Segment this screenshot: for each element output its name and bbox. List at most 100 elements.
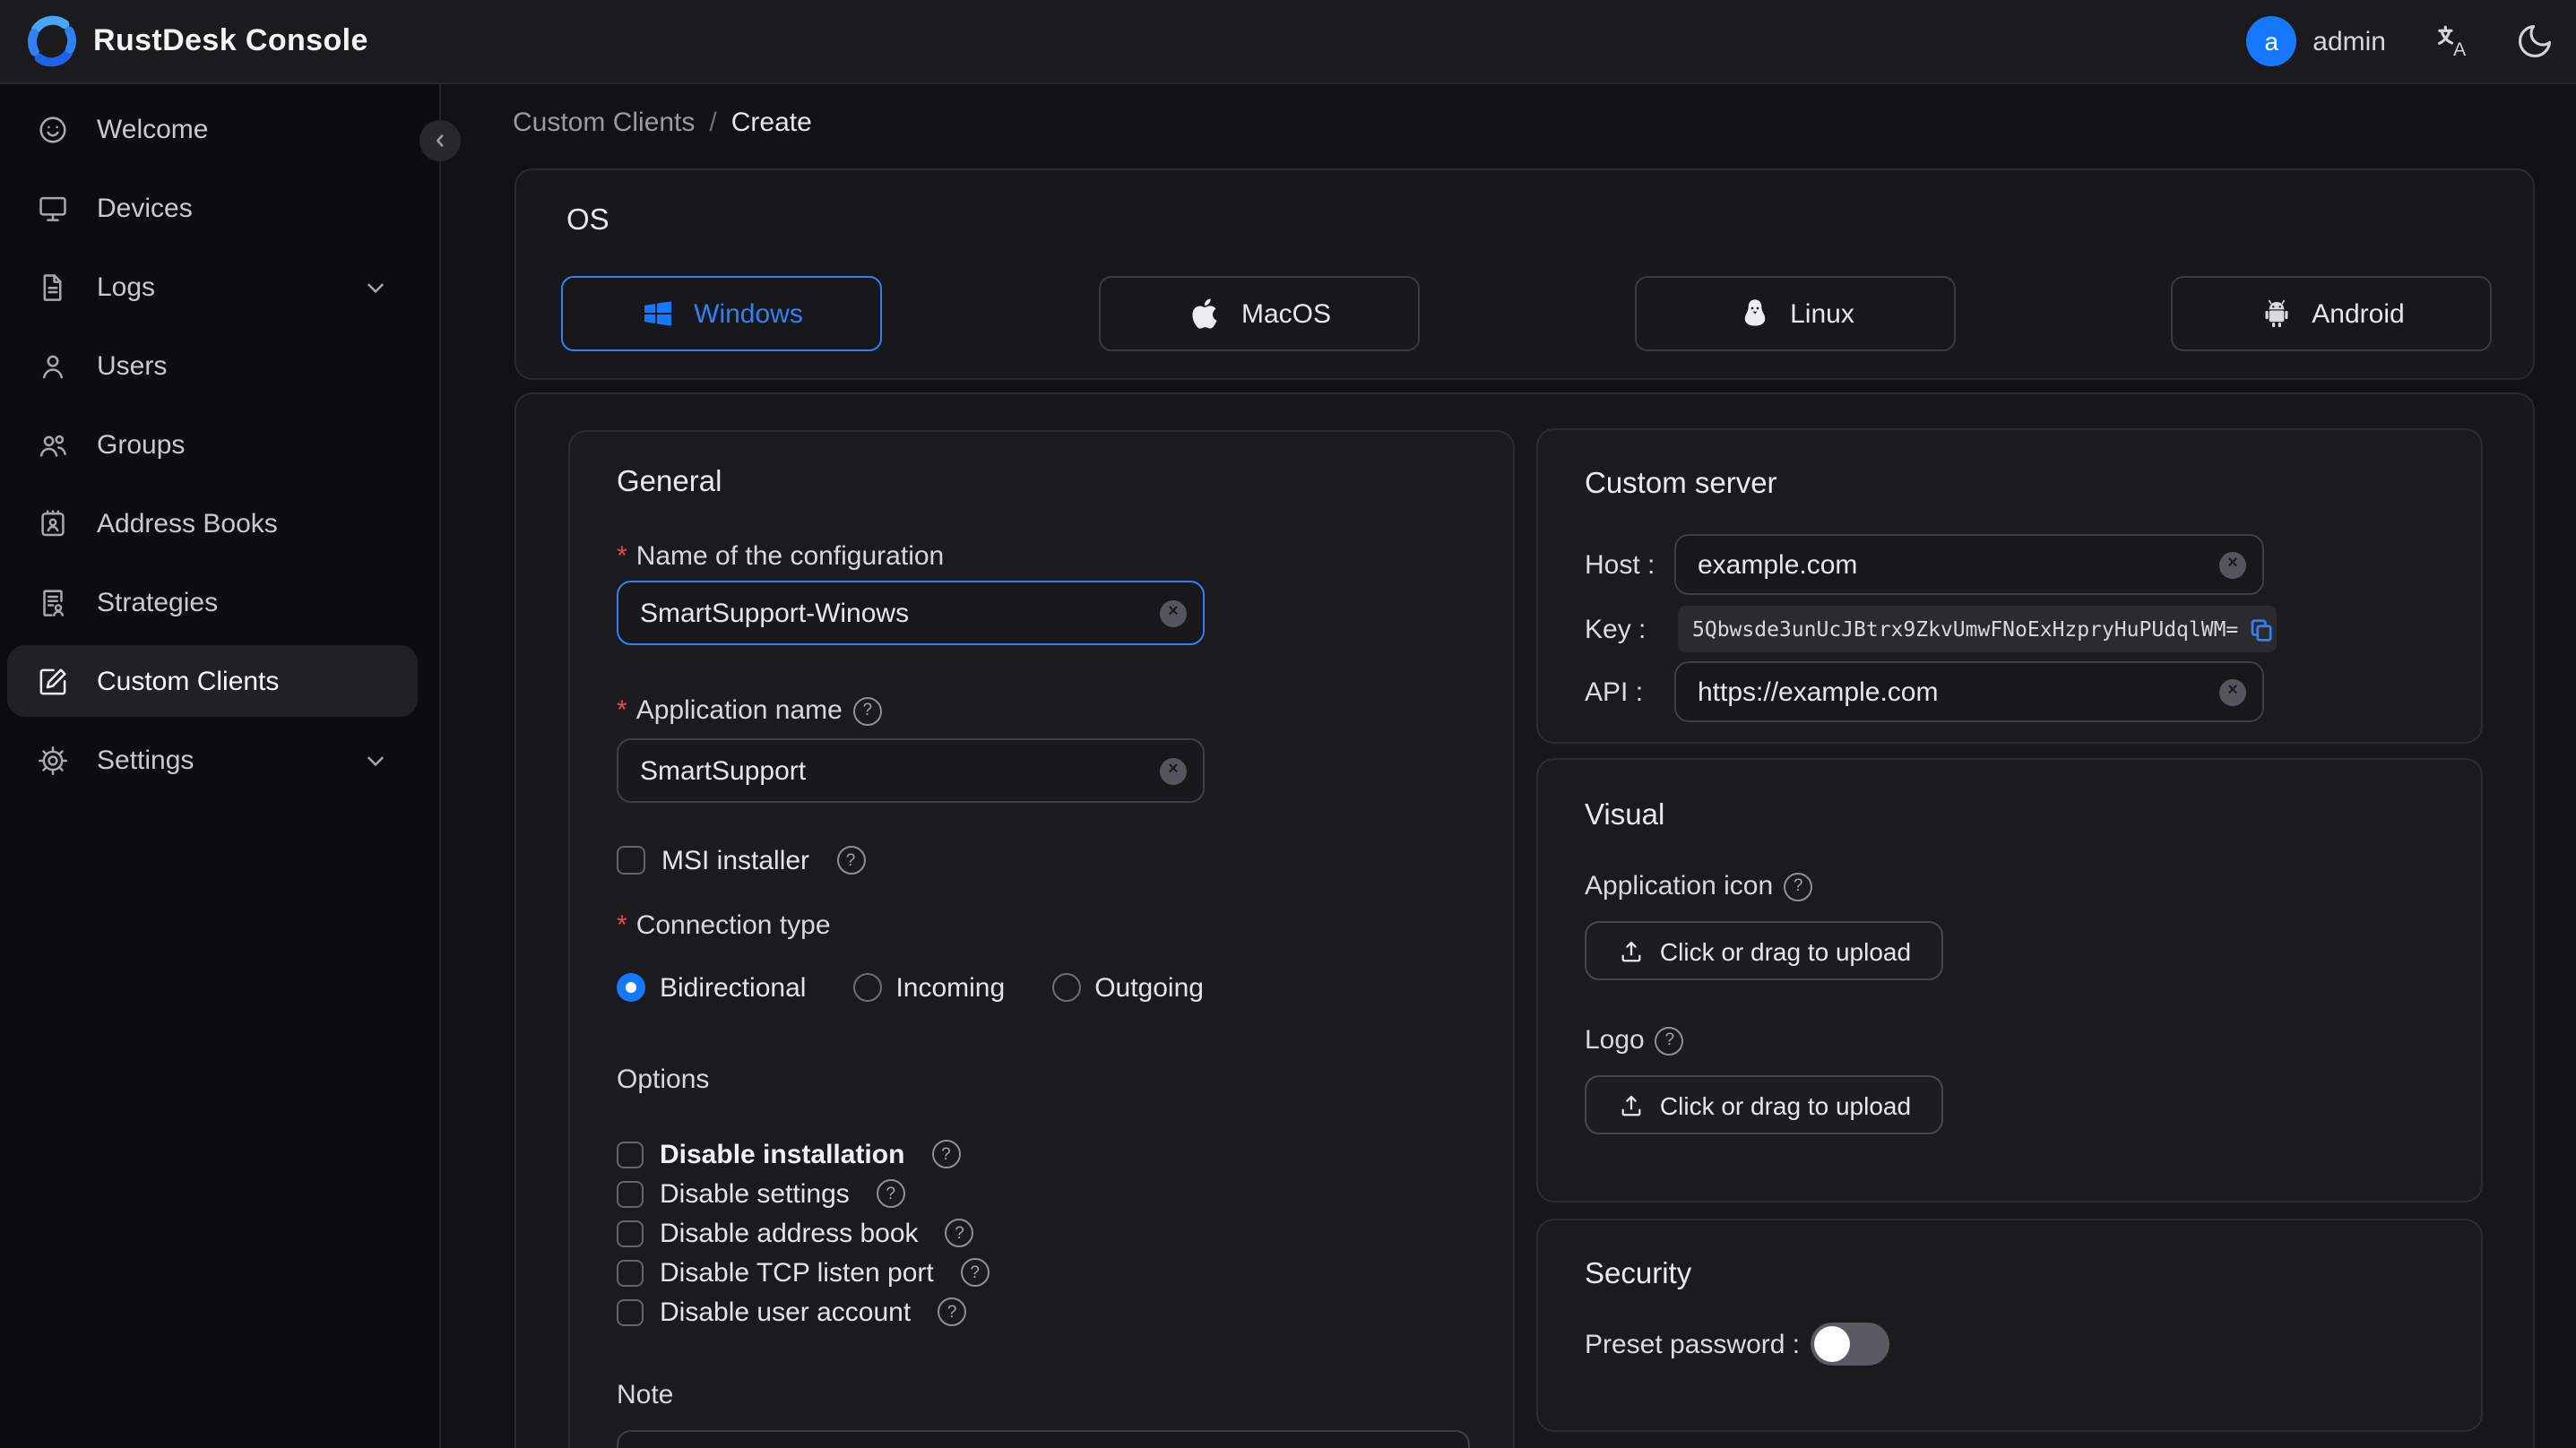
preset-password-label: Preset password : [1585, 1330, 1801, 1360]
os-button-linux[interactable]: Linux [1635, 276, 1956, 351]
language-switch-icon[interactable]: A [2433, 22, 2472, 61]
radio-incoming[interactable]: Incoming [852, 972, 1005, 1003]
sidebar-item-welcome[interactable]: Welcome [0, 93, 439, 165]
application-icon-upload-button[interactable]: Click or drag to upload [1585, 921, 1943, 980]
help-icon[interactable]: ? [876, 1179, 905, 1208]
config-name-input[interactable] [640, 598, 1153, 628]
general-card: General * Name of the configuration × * … [568, 430, 1515, 1448]
required-marker: * [617, 910, 627, 941]
disable-user-account-checkbox[interactable] [617, 1298, 644, 1325]
option-disable-address-book: Disable address book ? [617, 1217, 974, 1249]
app-title: RustDesk Console [93, 23, 368, 57]
help-icon[interactable]: ? [938, 1297, 967, 1326]
config-name-field: × [617, 581, 1205, 645]
smiley-icon [36, 112, 70, 146]
disable-tcp-listen-port-checkbox[interactable] [617, 1259, 644, 1286]
help-icon[interactable]: ? [945, 1219, 974, 1247]
help-icon[interactable]: ? [931, 1140, 961, 1168]
sidebar-item-logs[interactable]: Logs [0, 251, 439, 323]
sidebar-item-devices[interactable]: Devices [0, 172, 439, 244]
toggle-knob [1814, 1326, 1850, 1362]
form-container-card: General * Name of the configuration × * … [514, 392, 2535, 1448]
option-disable-user-account: Disable user account ? [617, 1296, 967, 1328]
host-input[interactable] [1698, 549, 2212, 580]
options-label: Options [617, 1064, 710, 1095]
clear-api-icon[interactable]: × [2219, 678, 2246, 705]
application-icon-label: Application icon ? [1585, 871, 1813, 901]
os-button-macos[interactable]: MacOS [1099, 276, 1420, 351]
breadcrumb-parent[interactable]: Custom Clients [513, 108, 695, 138]
os-button-windows[interactable]: Windows [561, 276, 882, 351]
radio-bidirectional[interactable]: Bidirectional [617, 972, 806, 1003]
logo-upload-button[interactable]: Click or drag to upload [1585, 1075, 1943, 1134]
breadcrumb-current: Create [730, 108, 812, 138]
note-field [617, 1430, 1470, 1448]
sidebar-nav: Welcome Devices Logs Users Groups Addres… [0, 84, 441, 1448]
application-name-field: × [617, 738, 1205, 803]
key-label: Key : [1585, 615, 1647, 645]
sidebar-item-custom-clients[interactable]: Custom Clients [7, 645, 418, 717]
clear-host-icon[interactable]: × [2219, 551, 2246, 578]
logo-label: Logo ? [1585, 1025, 1684, 1056]
document-icon [36, 270, 70, 304]
copy-icon[interactable] [2247, 616, 2274, 642]
os-section-title: OS [566, 204, 609, 237]
sidebar-item-users[interactable]: Users [0, 330, 439, 401]
help-icon[interactable]: ? [1655, 1026, 1684, 1055]
note-label: Note [617, 1380, 674, 1410]
clear-application-name-icon[interactable]: × [1160, 757, 1187, 784]
linux-penguin-icon [1736, 296, 1772, 332]
edit-square-icon [36, 664, 70, 698]
sidebar-collapse-button[interactable] [419, 120, 461, 161]
sidebar-item-strategies[interactable]: Strategies [0, 566, 439, 638]
option-disable-tcp-listen-port: Disable TCP listen port ? [617, 1256, 990, 1289]
help-icon[interactable]: ? [836, 846, 866, 875]
windows-logo-icon [640, 296, 676, 332]
help-icon[interactable]: ? [852, 696, 882, 725]
preset-password-toggle[interactable] [1811, 1323, 1889, 1366]
rustdesk-logo-icon [25, 14, 79, 68]
username-label[interactable]: admin [2312, 26, 2386, 56]
help-icon[interactable]: ? [1784, 872, 1813, 901]
required-marker: * [617, 695, 627, 726]
upload-icon [1617, 1090, 1646, 1119]
clear-config-name-icon[interactable]: × [1160, 599, 1187, 626]
sidebar-item-groups[interactable]: Groups [0, 409, 439, 480]
msi-installer-checkbox[interactable] [617, 846, 645, 875]
disable-address-book-checkbox[interactable] [617, 1220, 644, 1246]
sidebar-item-settings[interactable]: Settings [0, 724, 439, 796]
option-disable-installation: Disable installation ? [617, 1138, 961, 1170]
user-avatar[interactable]: a [2246, 16, 2297, 66]
help-icon[interactable]: ? [960, 1258, 990, 1287]
breadcrumb: Custom Clients / Create [513, 108, 812, 138]
radio-outgoing[interactable]: Outgoing [1051, 972, 1204, 1003]
config-name-label: * Name of the configuration [617, 541, 945, 572]
android-robot-icon [2258, 296, 2294, 332]
dark-mode-toggle-icon[interactable] [2515, 22, 2554, 61]
breadcrumb-separator: / [709, 108, 717, 138]
sidebar-item-address-books[interactable]: Address Books [0, 487, 439, 559]
chevron-down-icon [362, 273, 389, 300]
api-label: API : [1585, 677, 1644, 708]
required-marker: * [617, 541, 627, 572]
radio-selected-icon[interactable] [617, 973, 645, 1002]
visual-card: Visual Application icon ? Click or drag … [1536, 758, 2483, 1202]
api-input[interactable] [1698, 677, 2212, 707]
application-name-input[interactable] [640, 755, 1153, 786]
radio-unselected-icon[interactable] [1051, 973, 1081, 1002]
custom-server-title: Custom server [1585, 468, 1777, 500]
rustdesk-console-page: RustDesk Console a admin A Welcome Devic… [0, 0, 2576, 1448]
security-card: Security Preset password : [1536, 1219, 2483, 1432]
radio-unselected-icon[interactable] [852, 973, 882, 1002]
os-button-android[interactable]: Android [2171, 276, 2492, 351]
connection-type-label: * Connection type [617, 910, 831, 941]
option-disable-settings: Disable settings ? [617, 1177, 905, 1210]
custom-server-card: Custom server Host : × Key : 5Qbwsde3unU… [1536, 428, 2483, 744]
upload-icon [1617, 936, 1646, 965]
disable-installation-checkbox[interactable] [617, 1141, 644, 1168]
disable-settings-checkbox[interactable] [617, 1180, 644, 1207]
msi-installer-row: MSI installer ? [617, 844, 866, 876]
user-icon [36, 349, 70, 383]
key-value: 5Qbwsde3unUcJBtrx9ZkvUmwFNoExHzpryHuPUdq… [1692, 616, 2239, 642]
connection-type-radios: Bidirectional Incoming Outgoing [617, 970, 1204, 1005]
